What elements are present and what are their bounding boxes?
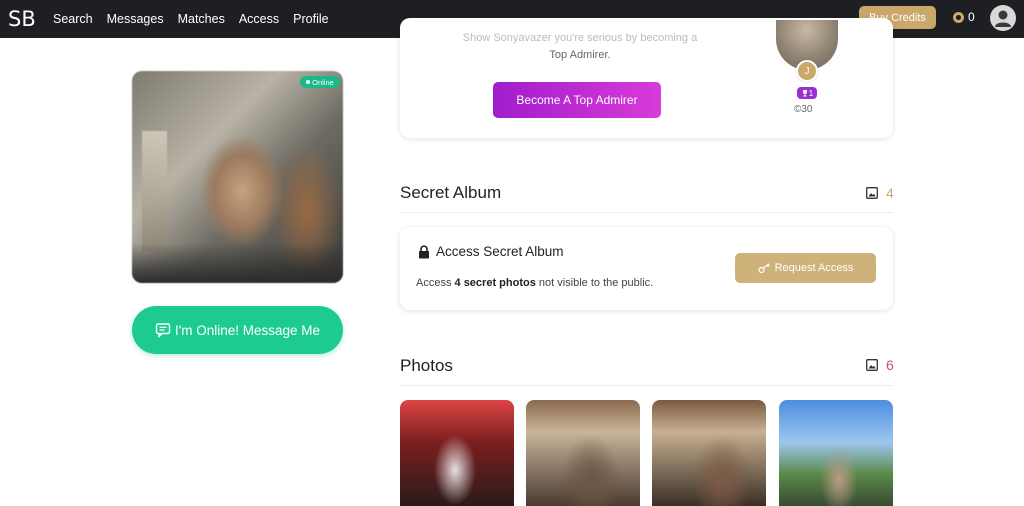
become-top-admirer-button[interactable]: Become A Top Admirer [493,82,661,118]
logo[interactable]: SB [8,7,36,31]
photo-thumbnail[interactable] [526,400,640,506]
secret-album-description: Access 4 secret photos not visible to th… [416,277,654,289]
photo-thumbnail[interactable] [400,400,514,506]
online-status-badge: Online [300,76,340,88]
top-admirer-text: Show Sonyavazer you're serious by becomi… [462,32,698,61]
message-me-button[interactable]: I'm Online! Message Me [132,306,343,354]
admirer-initial-avatar: J [796,60,818,82]
section-divider [400,212,893,213]
image-icon [866,187,878,199]
image-icon [866,359,878,371]
nav-search[interactable]: Search [53,12,93,26]
secret-album-title: Secret Album [400,183,502,202]
request-access-button[interactable]: Request Access [735,253,876,283]
chat-icon [155,323,171,338]
photos-count: 6 [866,357,894,373]
photos-title: Photos [400,356,453,375]
main-nav: Search Messages Matches Access Profile [53,0,343,38]
profile-photo[interactable] [132,71,343,283]
key-icon [757,262,770,273]
message-button-label: I'm Online! Message Me [174,322,321,338]
online-dot-icon [306,80,311,84]
credits-count: 0 [968,10,975,24]
lock-icon [419,244,429,258]
secret-album-count: 4 [866,185,894,201]
nav-access[interactable]: Access [239,12,279,26]
credits-display[interactable]: 0 [953,10,975,24]
photo-thumbnail[interactable] [652,400,766,506]
admirer-rank-badge: 1 [797,87,817,99]
user-avatar[interactable] [990,5,1016,31]
photo-background [142,131,167,251]
nav-messages[interactable]: Messages [107,12,164,26]
admirer-amount: ©30 [794,104,813,115]
nav-matches[interactable]: Matches [178,12,225,26]
photo-thumbnail[interactable] [779,400,893,506]
trophy-icon [802,90,807,97]
photo-shadow [132,243,343,283]
nav-profile[interactable]: Profile [293,12,328,26]
section-divider [400,385,893,386]
user-icon [995,10,1011,27]
coin-icon [953,11,964,23]
secret-album-card-title: Access Secret Album [418,244,564,259]
